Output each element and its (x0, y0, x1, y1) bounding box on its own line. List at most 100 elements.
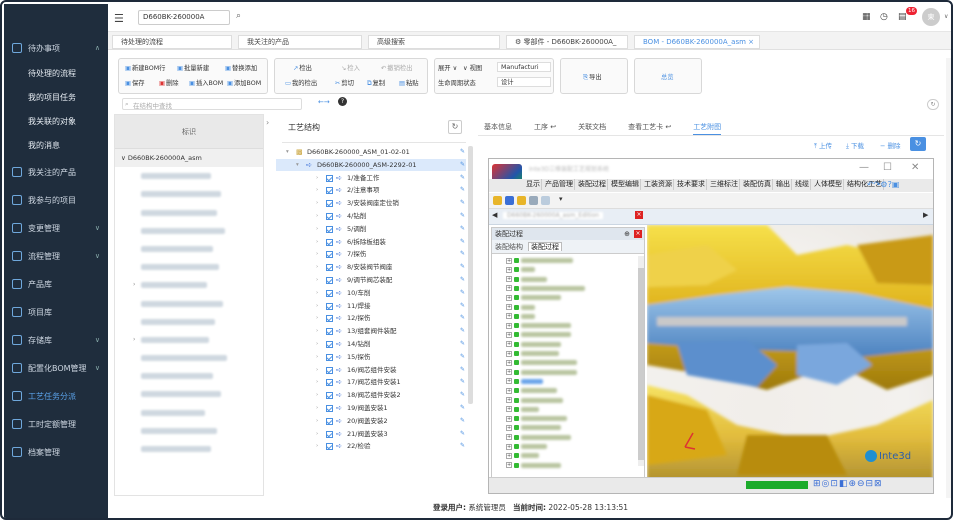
menu-display[interactable]: 显示 (525, 179, 542, 190)
3d-render-area[interactable]: Inte3d (647, 225, 933, 487)
expand-icon[interactable]: › (316, 440, 318, 453)
assembly-step[interactable]: + (506, 275, 547, 284)
cut-button[interactable]: ✂剪切 (335, 78, 354, 87)
sidebar-item-archive[interactable]: 档案管理 (4, 438, 108, 466)
sidebar-item-storage[interactable]: 存储库 ∨ (4, 326, 108, 354)
tab-advanced-search[interactable]: 高级搜索 (368, 35, 500, 49)
expand-icon[interactable]: ▾ (286, 146, 289, 159)
checkbox[interactable] (326, 302, 333, 310)
view-tools-icon[interactable]: ⊞◎⊡◧⊕⊖⊟⊠ (813, 479, 883, 489)
edit-icon[interactable]: ✎ (460, 376, 465, 389)
checkbox[interactable] (326, 187, 333, 195)
tree-node[interactable]: ▾ ➪ D660BK-260000_ASM-2292-01 ✎ (276, 158, 466, 172)
tree-node[interactable]: › ➪ 16/阀芯组件安装 ✎ (276, 364, 466, 377)
list-item[interactable]: › (115, 276, 263, 294)
tree-node[interactable]: › ➪ 18/阀芯组件安装2 ✎ (276, 389, 466, 402)
refresh-button[interactable]: ↻ (910, 137, 926, 151)
expand-icon[interactable]: › (316, 364, 318, 377)
tree-scrollbar[interactable] (468, 146, 473, 404)
structure-search-input[interactable]: ⌕ 在结构中查找 (122, 98, 302, 110)
assembly-step[interactable]: + (506, 340, 561, 349)
assembly-step[interactable]: + (506, 414, 567, 423)
help-icon[interactable]: ? (338, 97, 347, 106)
expand-icon[interactable]: + (506, 434, 512, 441)
tree-node[interactable]: › ➪ 4/钻削 ✎ (276, 210, 466, 223)
expand-icon[interactable]: › (316, 428, 318, 441)
paste-button[interactable]: ▤粘贴 (399, 78, 419, 87)
tab-process-drawing[interactable]: 工艺附图 (693, 122, 722, 135)
edit-icon[interactable]: ✎ (460, 274, 465, 287)
list-item[interactable] (115, 313, 263, 331)
sidebar-item-work-hours[interactable]: 工时定额管理 (4, 410, 108, 438)
menu-cable[interactable]: 线缆 (794, 179, 811, 190)
tree-node[interactable]: › ➪ 11/焊接 ✎ (276, 300, 466, 313)
expand-icon[interactable]: › (316, 210, 318, 223)
checkbox[interactable] (326, 225, 333, 233)
edit-icon[interactable]: ✎ (460, 172, 465, 185)
close-icon[interactable]: × (634, 230, 642, 238)
edit-icon[interactable]: ✎ (460, 146, 465, 159)
list-item[interactable] (115, 295, 263, 313)
sidebar-item-project-lib[interactable]: 项目库 (4, 298, 108, 326)
edit-icon[interactable]: ✎ (460, 415, 465, 428)
expand-icon[interactable]: › (316, 261, 318, 274)
edit-icon[interactable]: ✎ (460, 300, 465, 313)
open-folder-icon[interactable] (493, 196, 502, 205)
overview-button[interactable]: 总览 (634, 58, 702, 94)
expand-icon[interactable]: › (316, 325, 318, 338)
list-item[interactable] (115, 404, 263, 422)
menu-toggle-icon[interactable]: ☰ (114, 12, 124, 25)
menu-tech-req[interactable]: 技术要求 (676, 179, 707, 190)
list-item[interactable] (115, 258, 263, 276)
list-item[interactable] (115, 167, 263, 185)
sidebar-subitem-my-tasks[interactable]: 我的项目任务 (4, 86, 108, 110)
checkbox[interactable] (326, 213, 333, 220)
menu-human-model[interactable]: 人体模型 (813, 179, 844, 190)
expand-icon[interactable]: + (506, 285, 512, 292)
delete-button[interactable]: ▣删除 (159, 78, 179, 87)
checkbox[interactable] (326, 443, 333, 451)
tab-part[interactable]: ⚙ 零部件 - D660BK-260000A_ (506, 35, 628, 49)
tree-node[interactable]: › ➪ 12/探伤 ✎ (276, 312, 466, 325)
checkbox[interactable] (326, 238, 333, 246)
edit-icon[interactable]: ✎ (460, 248, 465, 261)
expand-icon[interactable]: + (506, 462, 512, 469)
assembly-step[interactable]: + (506, 396, 563, 405)
expand-icon[interactable]: + (506, 350, 512, 357)
delete-drawing-button[interactable]: − 删除 (880, 140, 901, 150)
prev-next-arrows-icon[interactable]: ←→ (318, 98, 330, 106)
tab-bom[interactable]: BOM - D660BK-260000A_asm × (634, 35, 760, 49)
tree-node[interactable]: › ➪ 20/阀盖安装2 ✎ (276, 415, 466, 428)
expand-icon[interactable]: + (506, 322, 512, 329)
embedded-3d-viewer[interactable]: Inte3D三维装配工艺规划系统 — ☐ ✕ 显示 产品管理 装配过程 模型编辑… (488, 158, 934, 494)
menu-3d-annotation[interactable]: 三维标注 (709, 179, 740, 190)
edit-icon[interactable]: ✎ (460, 402, 465, 415)
tab-followed-products[interactable]: 我关注的产品 (238, 35, 362, 49)
insert-bom-button[interactable]: ▣插入BOM (189, 78, 223, 87)
checkbox[interactable] (326, 392, 333, 400)
list-item[interactable] (115, 222, 263, 240)
expand-icon[interactable]: + (506, 443, 512, 450)
expand-icon[interactable]: + (506, 369, 512, 376)
expand-icon[interactable]: › (316, 184, 318, 197)
assembly-step[interactable]: + (506, 349, 559, 358)
checkbox[interactable] (326, 405, 333, 412)
edit-icon[interactable]: ✎ (460, 261, 465, 274)
doc-tab[interactable]: D660BK-260000A_asm_Edition (503, 212, 604, 219)
assembly-step[interactable]: + (506, 303, 535, 312)
list-item[interactable] (115, 440, 263, 458)
assembly-step[interactable]: + (506, 461, 561, 470)
expand-icon[interactable]: › (316, 236, 318, 249)
replace-add-button[interactable]: ▣替换添加 (225, 63, 257, 72)
edit-icon[interactable]: ✎ (460, 210, 465, 223)
assembly-step[interactable]: + (506, 423, 561, 432)
collapse-panel-icon[interactable]: › (266, 118, 269, 127)
add-bom-button[interactable]: ▣添加BOM (227, 78, 261, 87)
assembly-step[interactable]: + (506, 265, 535, 274)
checkbox[interactable] (326, 277, 333, 284)
edit-icon[interactable]: ✎ (460, 325, 465, 338)
tab-process-card[interactable]: 查看工艺卡 ↩ (628, 122, 671, 135)
checkbox[interactable] (326, 315, 333, 323)
tree-node[interactable]: › ➪ 14/钻削 ✎ (276, 338, 466, 351)
assembly-step[interactable]: + (506, 433, 571, 442)
